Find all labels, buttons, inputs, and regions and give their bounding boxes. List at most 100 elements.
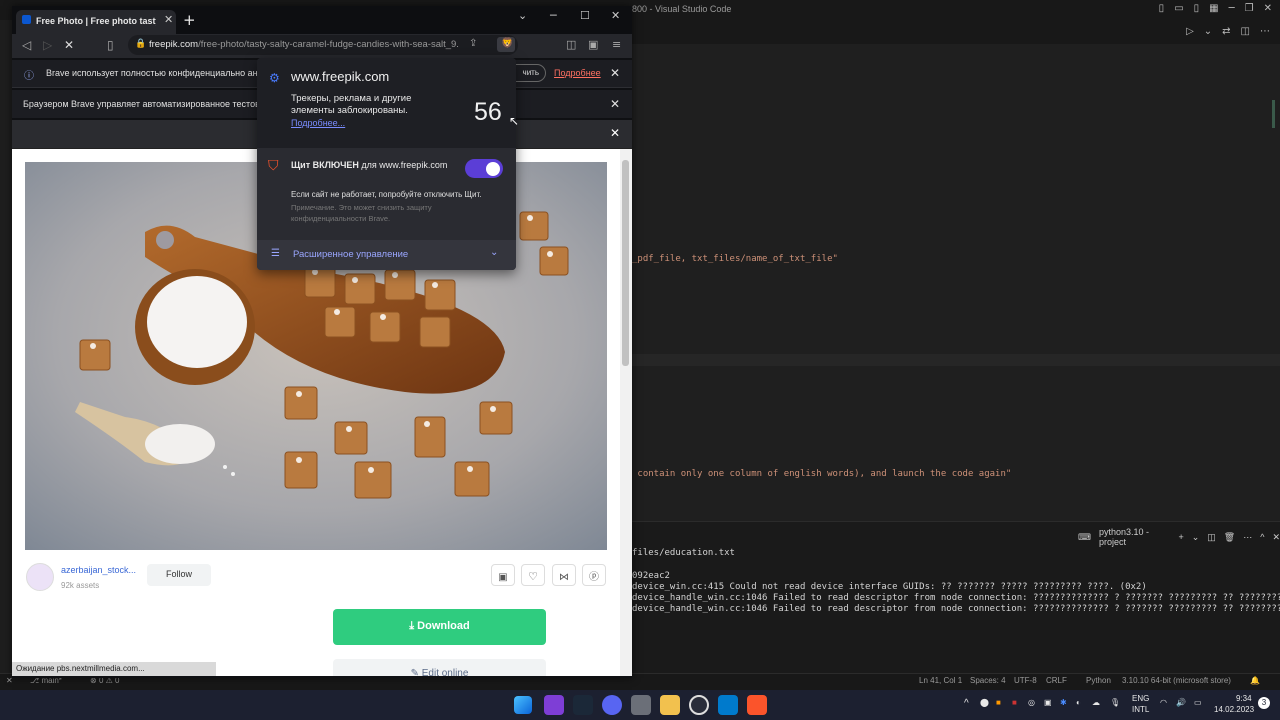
language-mode[interactable]: Python xyxy=(1086,676,1111,685)
add-to-collection-button[interactable]: ▣ xyxy=(491,564,515,586)
brave-shields-button[interactable]: 🦁 xyxy=(497,37,515,52)
folder-icon: ▣ xyxy=(498,572,508,583)
sidebar-icon[interactable]: ▯ xyxy=(1194,3,1200,14)
notifications-icon[interactable]: 🔔 xyxy=(1250,676,1260,685)
like-button[interactable]: ♡ xyxy=(521,564,545,586)
minimize-icon[interactable]: ─ xyxy=(550,9,557,22)
tray-app-icon[interactable]: ◐ xyxy=(1076,698,1081,707)
add-terminal-icon[interactable]: + xyxy=(1178,532,1183,542)
keyboard-language[interactable]: ENG xyxy=(1132,694,1149,703)
editor-scroll-marker xyxy=(1272,100,1275,128)
author-name-link[interactable]: azerbaijan_stock... xyxy=(61,565,136,575)
close-window-icon[interactable]: ✕ xyxy=(611,9,620,22)
tab-close-icon[interactable]: ✕ xyxy=(164,13,173,26)
tray-app-icon[interactable]: ⬤ xyxy=(980,698,989,707)
tray-app-icon[interactable]: ◎ xyxy=(1028,698,1035,707)
terminal-header: ⌨ python3.10 - project + ⌄ ◫ 🗑 ⋯ ^ ✕ xyxy=(1078,527,1280,547)
wallet-icon[interactable]: ▣ xyxy=(588,38,598,51)
shields-toggle-knob[interactable] xyxy=(486,162,500,176)
author-avatar[interactable] xyxy=(26,563,54,591)
layout-icon[interactable]: ▯ xyxy=(1159,3,1165,14)
new-tab-button[interactable]: + xyxy=(183,11,196,29)
tray-app-icon[interactable]: ■ xyxy=(996,698,1001,707)
keyboard-layout[interactable]: INTL xyxy=(1132,705,1149,714)
forward-icon[interactable]: ▷ xyxy=(43,38,52,52)
steam-icon[interactable] xyxy=(573,695,593,715)
back-icon[interactable]: ◁ xyxy=(22,38,31,52)
split-terminal-icon[interactable]: ◫ xyxy=(1207,532,1216,543)
minimize-icon[interactable]: ─ xyxy=(1229,3,1235,14)
menu-icon[interactable]: ≡ xyxy=(612,38,621,51)
maximize-panel-icon[interactable]: ^ xyxy=(1260,532,1264,542)
vscode-editor[interactable] xyxy=(632,44,1280,521)
share-icon[interactable]: ⇪ xyxy=(469,38,477,49)
vscode-window-controls: ▯ ▭ ▯ ▦ ─ ❐ ✕ xyxy=(1159,3,1272,14)
volume-icon[interactable]: 🔊 xyxy=(1176,698,1186,707)
close-panel-icon[interactable]: ✕ xyxy=(1272,532,1280,543)
advanced-controls-label[interactable]: Расширенное управление xyxy=(293,249,408,260)
file-explorer-icon[interactable] xyxy=(660,695,680,715)
encoding[interactable]: UTF-8 xyxy=(1014,676,1037,685)
download-button[interactable]: ⤓ Download xyxy=(333,609,546,645)
pinterest-button[interactable]: ⓟ xyxy=(582,564,606,586)
wifi-icon[interactable]: ◠ xyxy=(1160,698,1167,707)
url-text[interactable]: freepik.com/free-photo/tasty-salty-caram… xyxy=(149,39,459,50)
start-icon[interactable] xyxy=(514,696,532,714)
vscode-editor-actions: ▷ ⌄ ⇄ ◫ ⋯ xyxy=(1186,26,1270,37)
app-icon[interactable] xyxy=(544,695,564,715)
battery-icon[interactable]: ▭ xyxy=(1194,698,1202,707)
run-icon[interactable]: ▷ xyxy=(1186,26,1194,37)
shields-learn-more-link[interactable]: Подробнее... xyxy=(291,118,345,128)
maximize-icon[interactable]: ☐ xyxy=(580,9,590,22)
discord-icon[interactable] xyxy=(602,695,622,715)
stop-icon[interactable]: ✕ xyxy=(64,38,74,52)
tray-overflow-icon[interactable]: ^ xyxy=(964,698,969,709)
terminal-name[interactable]: python3.10 - project xyxy=(1099,527,1170,547)
more-icon[interactable]: ⋯ xyxy=(1243,532,1252,543)
sidebar-icon[interactable]: ◫ xyxy=(566,38,576,51)
code-line[interactable]: _pdf_file, txt_files/name_of_txt_file" xyxy=(632,254,838,264)
shields-blocked-count[interactable]: 56 xyxy=(474,98,502,127)
page-scrollbar-thumb[interactable] xyxy=(622,160,629,366)
indentation[interactable]: Spaces: 4 xyxy=(970,676,1006,685)
pinterest-icon: ⓟ xyxy=(589,572,599,583)
clock-date[interactable]: 14.02.2023 xyxy=(1214,705,1254,714)
tray-app-icon[interactable]: ☁ xyxy=(1092,698,1100,707)
lock-icon[interactable]: 🔒 xyxy=(135,39,146,49)
chevron-down-icon[interactable]: ⌄ xyxy=(1192,532,1200,543)
compare-icon[interactable]: ⇄ xyxy=(1222,26,1230,37)
infobar-close-icon[interactable]: ✕ xyxy=(610,66,620,80)
follow-button[interactable]: Follow xyxy=(147,564,211,586)
line-ending[interactable]: CRLF xyxy=(1046,676,1067,685)
banner-close-icon[interactable]: ✕ xyxy=(610,126,620,140)
chatgpt-icon[interactable] xyxy=(689,695,709,715)
infobar-close-icon[interactable]: ✕ xyxy=(610,97,620,111)
bookmark-icon[interactable]: ▯ xyxy=(107,38,114,52)
app-icon[interactable] xyxy=(631,695,651,715)
notification-badge[interactable]: 3 xyxy=(1258,697,1270,709)
python-interpreter[interactable]: 3.10.10 64-bit (microsoft store) xyxy=(1122,676,1231,685)
vscode-icon[interactable] xyxy=(718,695,738,715)
grid-icon[interactable]: ▦ xyxy=(1209,3,1218,14)
cursor-position[interactable]: Ln 41, Col 1 xyxy=(919,676,962,685)
brave-icon[interactable] xyxy=(747,695,767,715)
shields-status: Щит ВКЛЮЧЕН для www.freepik.com xyxy=(291,160,448,170)
code-line[interactable]: contain only one column of english words… xyxy=(632,469,1011,479)
split-editor-icon[interactable]: ◫ xyxy=(1241,26,1250,37)
infobar-learn-more-link[interactable]: Подробнее xyxy=(554,68,601,78)
bluetooth-icon[interactable]: ✱ xyxy=(1060,698,1067,707)
edit-online-button[interactable]: ✎ Edit online xyxy=(333,659,546,676)
tray-app-icon[interactable]: ■ xyxy=(1012,698,1017,707)
more-icon[interactable]: ⋯ xyxy=(1260,26,1270,37)
panel-icon[interactable]: ▭ xyxy=(1174,3,1183,14)
close-icon[interactable]: ✕ xyxy=(1264,3,1272,14)
restore-icon[interactable]: ❐ xyxy=(1245,3,1254,14)
share-button[interactable]: ⋈ xyxy=(552,564,576,586)
chevron-down-icon[interactable]: ⌄ xyxy=(1204,26,1212,37)
tab-search-icon[interactable]: ⌄ xyxy=(518,9,527,22)
chevron-down-icon[interactable]: ⌄ xyxy=(490,247,498,258)
microphone-icon[interactable]: 🎙 xyxy=(1110,698,1120,707)
trash-icon[interactable]: 🗑 xyxy=(1224,532,1235,543)
tray-app-icon[interactable]: ▣ xyxy=(1044,698,1052,707)
clock-time[interactable]: 9:34 xyxy=(1236,694,1252,703)
